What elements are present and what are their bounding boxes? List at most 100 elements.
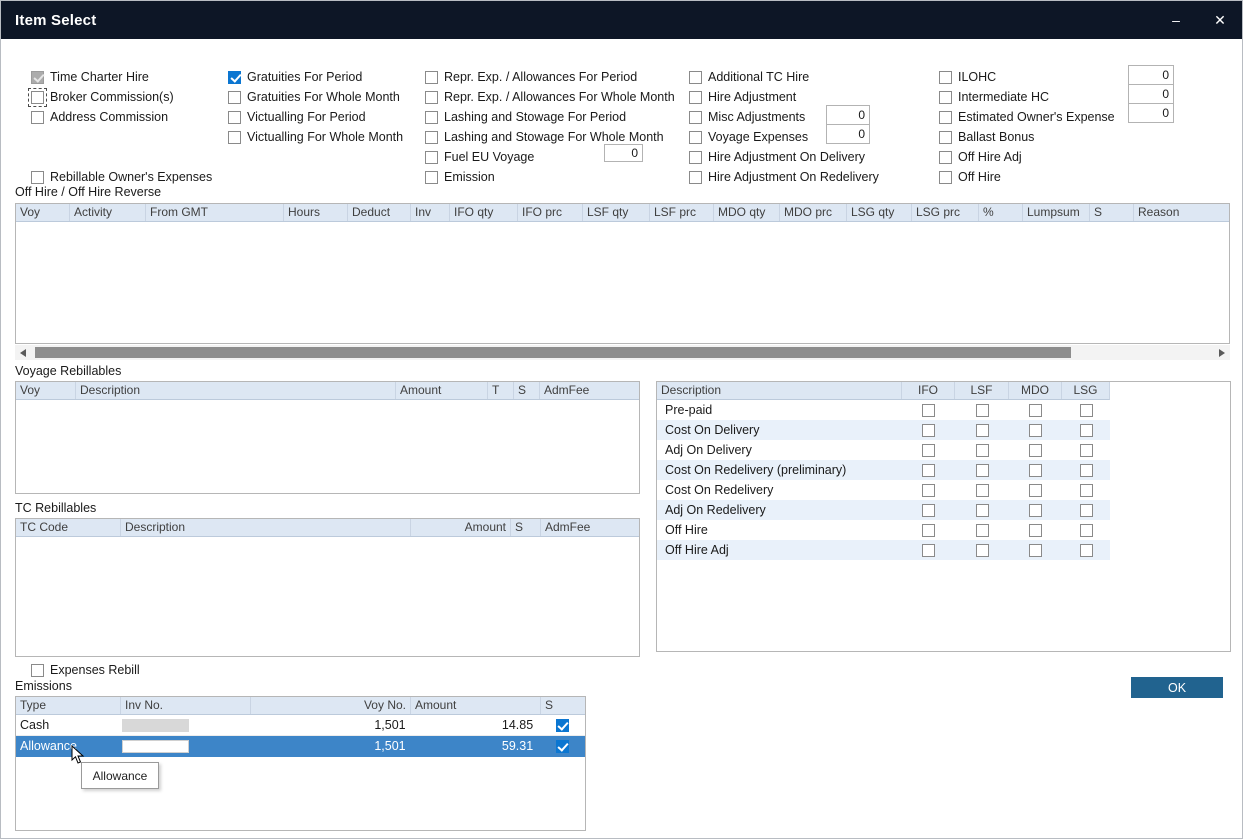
fuel-eu-voyage-input[interactable] xyxy=(604,144,643,162)
checkbox-expenses-rebill[interactable]: Expenses Rebill xyxy=(31,660,140,680)
column-header: Voy No. xyxy=(251,697,411,714)
rebill-option-row-cost-on-delivery: Cost On Delivery xyxy=(657,420,1110,440)
checkbox-gratuities-for-period[interactable]: Gratuities For Period xyxy=(228,67,403,87)
checkbox-unchecked-icon xyxy=(689,151,702,164)
window-controls: – ✕ xyxy=(1154,1,1242,39)
column-header: LSF qty xyxy=(583,204,650,221)
misc-adjustments-input[interactable] xyxy=(826,105,870,125)
lsg-checkbox[interactable] xyxy=(1080,404,1093,417)
checkbox-intermediate-hc[interactable]: Intermediate HC xyxy=(939,87,1115,107)
scrollbar-thumb[interactable] xyxy=(35,347,1071,358)
checkbox-label: Voyage Expenses xyxy=(708,130,808,144)
voyage-expenses-input[interactable] xyxy=(826,124,870,144)
checkbox-off-hire-adj[interactable]: Off Hire Adj xyxy=(939,147,1115,167)
inv-no-field[interactable] xyxy=(122,740,189,753)
top-right-input-3[interactable] xyxy=(1128,103,1174,123)
mdo-checkbox[interactable] xyxy=(1029,544,1042,557)
lsg-checkbox[interactable] xyxy=(1080,424,1093,437)
checkbox-hire-adjustment-on-delivery[interactable]: Hire Adjustment On Delivery xyxy=(689,147,879,167)
lsf-checkbox[interactable] xyxy=(976,404,989,417)
lsg-checkbox[interactable] xyxy=(1080,484,1093,497)
lsf-checkbox[interactable] xyxy=(976,424,989,437)
checkbox-estimated-owners-expense[interactable]: Estimated Owner's Expense xyxy=(939,107,1115,127)
ifo-checkbox[interactable] xyxy=(922,464,935,477)
off-hire-table-body[interactable] xyxy=(16,222,1229,344)
checkbox-gratuities-for-whole-month[interactable]: Gratuities For Whole Month xyxy=(228,87,403,107)
rebill-option-row-cost-on-redelivery-preliminary: Cost On Redelivery (preliminary) xyxy=(657,460,1110,480)
checkbox-hire-adjustment-on-redelivery[interactable]: Hire Adjustment On Redelivery xyxy=(689,167,879,187)
s-checkbox-checked-icon[interactable] xyxy=(556,719,569,732)
checkbox-rebillable-owners-expenses[interactable]: Rebillable Owner's Expenses xyxy=(31,167,212,187)
lsf-checkbox[interactable] xyxy=(976,524,989,537)
ifo-checkbox[interactable] xyxy=(922,544,935,557)
ifo-checkbox[interactable] xyxy=(922,484,935,497)
ifo-checkbox[interactable] xyxy=(922,404,935,417)
voyage-rebillables-table: Voy Description Amount T S AdmFee xyxy=(15,381,640,494)
ifo-checkbox[interactable] xyxy=(922,424,935,437)
lsf-checkbox[interactable] xyxy=(976,444,989,457)
ifo-checkbox[interactable] xyxy=(922,524,935,537)
checkbox-time-charter-hire[interactable]: Time Charter Hire xyxy=(31,67,174,87)
tc-rebillables-body[interactable] xyxy=(16,537,639,657)
checkbox-label: Off Hire xyxy=(958,170,1001,184)
horizontal-scrollbar[interactable] xyxy=(15,345,1230,360)
emissions-row-cash[interactable]: Cash 1,501 14.85 xyxy=(16,715,585,736)
checkbox-victualling-for-whole-month[interactable]: Victualling For Whole Month xyxy=(228,127,403,147)
minimize-icon[interactable]: – xyxy=(1154,1,1198,39)
tc-rebillables-table: TC Code Description Amount S AdmFee xyxy=(15,518,640,657)
mdo-checkbox[interactable] xyxy=(1029,484,1042,497)
column-header: LSG xyxy=(1062,382,1110,399)
checkbox-ballast-bonus[interactable]: Ballast Bonus xyxy=(939,127,1115,147)
top-right-input-2[interactable] xyxy=(1128,84,1174,104)
checkbox-broker-commissions[interactable]: Broker Commission(s) xyxy=(31,87,174,107)
scroll-right-button[interactable] xyxy=(1214,345,1230,360)
checkbox-unchecked-focused-icon xyxy=(31,91,44,104)
mouse-cursor-icon xyxy=(71,745,85,765)
ifo-checkbox[interactable] xyxy=(922,444,935,457)
emissions-row-allowance[interactable]: Allowance 1,501 59.31 xyxy=(16,736,585,757)
checkbox-off-hire[interactable]: Off Hire xyxy=(939,167,1115,187)
voy-no-value: 1,501 xyxy=(250,739,409,753)
mdo-checkbox[interactable] xyxy=(1029,424,1042,437)
emission-type: Allowance xyxy=(16,739,121,753)
mdo-checkbox[interactable] xyxy=(1029,444,1042,457)
checkbox-victualling-for-period[interactable]: Victualling For Period xyxy=(228,107,403,127)
scroll-left-button[interactable] xyxy=(15,345,31,360)
lsg-checkbox[interactable] xyxy=(1080,444,1093,457)
checkbox-repr-exp-allowances-for-whole-month[interactable]: Repr. Exp. / Allowances For Whole Month xyxy=(425,87,675,107)
close-icon[interactable]: ✕ xyxy=(1198,1,1242,39)
checkbox-lashing-and-stowage-for-period[interactable]: Lashing and Stowage For Period xyxy=(425,107,675,127)
mdo-checkbox[interactable] xyxy=(1029,524,1042,537)
checkbox-hire-adjustment[interactable]: Hire Adjustment xyxy=(689,87,879,107)
checkbox-repr-exp-allowances-for-period[interactable]: Repr. Exp. / Allowances For Period xyxy=(425,67,675,87)
lsf-checkbox[interactable] xyxy=(976,464,989,477)
mdo-checkbox[interactable] xyxy=(1029,464,1042,477)
checkbox-emission[interactable]: Emission xyxy=(425,167,675,187)
column-header: Amount xyxy=(396,382,488,399)
checkbox-address-commission[interactable]: Address Commission xyxy=(31,107,174,127)
voyage-rebillables-body[interactable] xyxy=(16,400,639,494)
mdo-checkbox[interactable] xyxy=(1029,404,1042,417)
mdo-checkbox[interactable] xyxy=(1029,504,1042,517)
rebill-option-row-cost-on-redelivery: Cost On Redelivery xyxy=(657,480,1110,500)
ifo-checkbox[interactable] xyxy=(922,504,935,517)
lsf-checkbox[interactable] xyxy=(976,544,989,557)
lsg-checkbox[interactable] xyxy=(1080,464,1093,477)
checkbox-unchecked-icon xyxy=(689,111,702,124)
lsg-checkbox[interactable] xyxy=(1080,504,1093,517)
lsf-checkbox[interactable] xyxy=(976,504,989,517)
lsg-checkbox[interactable] xyxy=(1080,524,1093,537)
top-right-input-1[interactable] xyxy=(1128,65,1174,85)
checkbox-label: Hire Adjustment On Delivery xyxy=(708,150,865,164)
checkbox-unchecked-icon xyxy=(939,171,952,184)
lsf-checkbox[interactable] xyxy=(976,484,989,497)
checkbox-unchecked-icon xyxy=(425,171,438,184)
lsg-checkbox[interactable] xyxy=(1080,544,1093,557)
checkbox-ilohc[interactable]: ILOHC xyxy=(939,67,1115,87)
s-checkbox-checked-icon[interactable] xyxy=(556,740,569,753)
ok-button[interactable]: OK xyxy=(1131,677,1223,698)
checkbox-additional-tc-hire[interactable]: Additional TC Hire xyxy=(689,67,879,87)
checkbox-unchecked-icon xyxy=(31,111,44,124)
checkbox-unchecked-icon xyxy=(425,151,438,164)
inv-no-field[interactable] xyxy=(122,719,189,732)
